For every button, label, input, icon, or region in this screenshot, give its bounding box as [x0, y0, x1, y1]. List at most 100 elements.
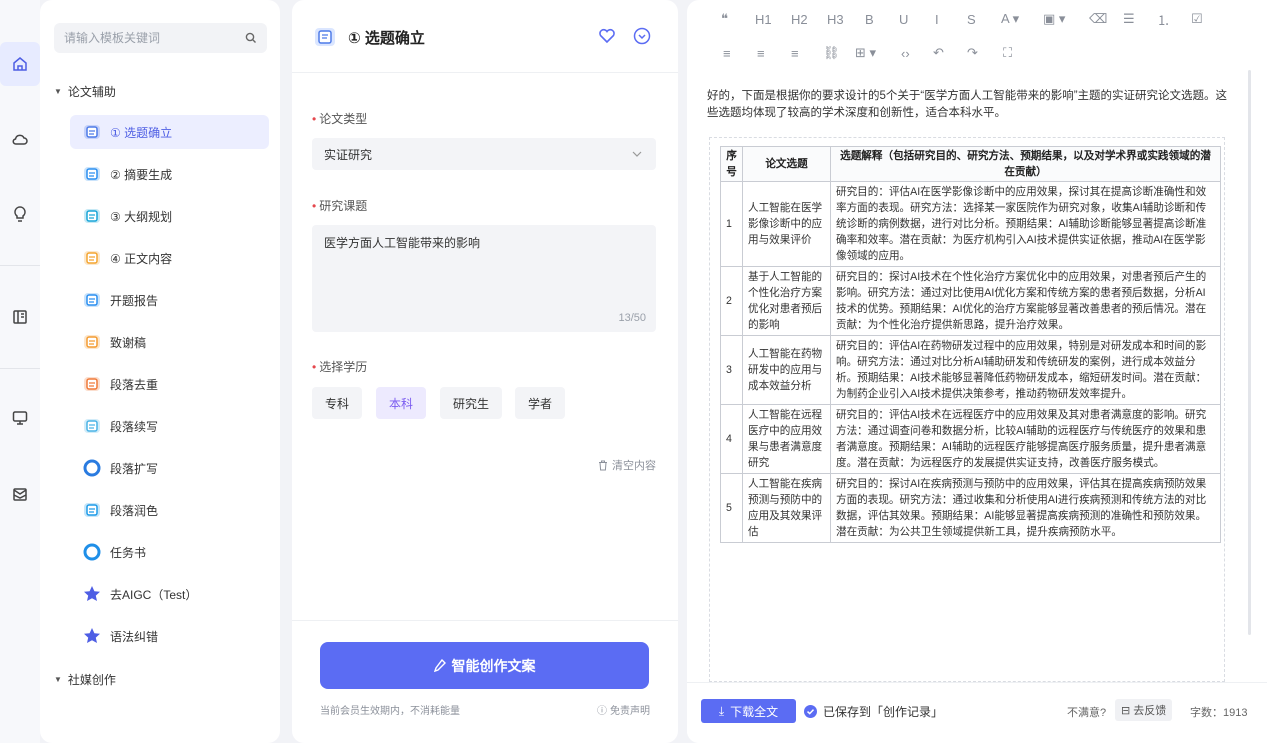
toolbar-button[interactable]: ☰ [1123, 8, 1135, 30]
toolbar-button[interactable]: H2 [791, 8, 808, 30]
mail-icon[interactable] [0, 472, 40, 516]
education-label: • 选择学历 [312, 360, 368, 374]
template-label: 段落润色 [110, 503, 159, 518]
template-item[interactable]: 开题报告 [70, 283, 269, 317]
template-item[interactable]: 段落润色 [70, 493, 269, 527]
template-item[interactable]: ③ 大纲规划 [70, 199, 269, 233]
row-topic: 人工智能在疾病预测与预防中的应用及其效果评估 [742, 473, 831, 543]
template-label: 段落去重 [110, 377, 159, 392]
word-count: 字数：1913 [1190, 707, 1248, 719]
toolbar-button[interactable]: ⒈ [1157, 8, 1170, 30]
caret-down-icon: ▼ [54, 675, 62, 684]
check-circle-icon [804, 705, 817, 718]
table-header-row: 序号 论文选题 选题解释（包括研究目的、研究方法、预期结果，以及对学术界或实践领… [720, 146, 1221, 182]
toolbar-button[interactable]: ≡ [757, 42, 765, 64]
toolbar-button[interactable]: ↷ [967, 42, 978, 64]
row-topic: 人工智能在远程医疗中的应用效果与患者满意度研究 [742, 404, 831, 474]
cloud-icon[interactable] [0, 117, 40, 161]
template-item[interactable]: 段落扩写 [70, 451, 269, 485]
generate-button[interactable]: 智能创作文案 [320, 642, 649, 689]
header-index: 序号 [720, 146, 743, 182]
info-icon: ⓘ [597, 706, 607, 717]
toolbar-button[interactable]: ⌫ [1089, 8, 1107, 30]
unsatisfied-label: 不满意? [1067, 707, 1107, 719]
template-icon [84, 628, 100, 643]
member-note: 当前会员生效期内，不消耗能量 [320, 706, 460, 717]
edu-option-benke[interactable]: 本科 [376, 387, 427, 419]
scrollbar[interactable] [1248, 70, 1251, 635]
template-item[interactable]: 致谢稿 [70, 325, 269, 359]
chevron-circle-icon[interactable] [633, 27, 651, 45]
template-item[interactable]: ② 摘要生成 [70, 157, 269, 191]
template-label: 段落扩写 [110, 461, 159, 476]
template-label: 开题报告 [110, 293, 159, 308]
toolbar-button[interactable]: ≡ [723, 42, 731, 64]
bulb-icon[interactable] [0, 192, 40, 236]
toolbar-button[interactable]: ⛶ [1003, 42, 1012, 64]
edu-option-graduate[interactable]: 研究生 [440, 387, 503, 419]
template-item[interactable]: 去AIGC（Test） [70, 577, 269, 611]
table-container: 序号 论文选题 选题解释（包括研究目的、研究方法、预期结果，以及对学术界或实践领… [709, 137, 1225, 682]
search-icon[interactable] [245, 32, 257, 44]
type-label: • 论文类型 [312, 112, 368, 126]
group-label: 论文辅助 [67, 85, 116, 99]
thesis-type-select[interactable]: 实证研究 [312, 138, 656, 170]
monitor-icon[interactable] [0, 396, 40, 440]
template-label: ① 选题确立 [110, 125, 173, 140]
template-item[interactable]: 任务书 [70, 535, 269, 569]
heart-icon[interactable] [598, 28, 616, 44]
template-item[interactable]: ④ 正文内容 [70, 241, 269, 275]
topic-textarea[interactable]: 医学方面人工智能带来的影响 13/50 [312, 225, 656, 332]
template-search[interactable] [54, 23, 267, 53]
download-button[interactable]: ⤓ 下载全文 [701, 699, 796, 723]
toolbar-button[interactable]: ▣ ▾ [1043, 8, 1065, 30]
template-icon [83, 543, 101, 561]
search-input[interactable] [64, 31, 245, 45]
toolbar-button[interactable]: H1 [755, 8, 772, 30]
group-thesis[interactable]: ▼ 论文辅助 [54, 83, 116, 100]
toolbar-button[interactable]: I [935, 8, 939, 30]
toolbar-button[interactable]: ‹› [901, 42, 910, 64]
clear-button[interactable]: 清空内容 [598, 457, 656, 473]
template-label: ③ 大纲规划 [110, 209, 173, 224]
edu-option-zhuanke[interactable]: 专科 [312, 387, 363, 419]
disclaimer-link[interactable]: ⓘ 免责声明 [597, 702, 650, 717]
toolbar-button[interactable]: ↶ [933, 42, 944, 64]
toolbar-button[interactable]: B [865, 8, 874, 30]
row-index: 4 [720, 404, 743, 474]
template-icon [84, 125, 100, 139]
row-index: 1 [720, 181, 743, 267]
template-item[interactable]: 语法纠错 [70, 619, 269, 653]
toolbar-button[interactable]: U [899, 8, 908, 30]
toolbar-button[interactable]: ☑ [1191, 8, 1203, 30]
saved-status: 已保存到「创作记录」 [804, 703, 943, 720]
row-explanation: 研究目的：评估AI在医学影像诊断中的应用效果，探讨其在提高诊断准确性和效率方面的… [830, 181, 1221, 267]
toolbar-button[interactable]: ≡ [791, 42, 799, 64]
group-social[interactable]: ▼ 社媒创作 [54, 671, 116, 688]
char-counter: 13/50 [618, 312, 646, 324]
template-icon [84, 335, 100, 349]
form-panel: ① 选题确立 • 论文类型 实证研究 • 研究课题 医学方面人工智能带来的影响 13… [292, 0, 678, 743]
template-icon [84, 377, 100, 391]
toolbar-button[interactable]: ❝ [721, 8, 728, 30]
result-editor: ❝ H1 H2 H3 B U I S A ▾ ▣ ▾ ⌫ ☰ ⒈ ☑ ≡ ≡ ≡ ⛓ ⊞ ▾ ‹› ↶ ↷ ⛶ 好的，下面… [687, 0, 1267, 743]
toolbar-button[interactable]: ⊞ ▾ [855, 42, 876, 64]
template-item[interactable]: 段落续写 [70, 409, 269, 443]
feedback-button[interactable]: ⊟ 去反馈 [1115, 699, 1173, 721]
toolbar-button[interactable]: H3 [827, 8, 844, 30]
chevron-down-icon [632, 151, 642, 157]
document-icon [315, 28, 335, 46]
template-item[interactable]: ① 选题确立 [70, 115, 269, 149]
toolbar-button[interactable]: A ▾ [1001, 8, 1019, 30]
home-icon[interactable] [0, 42, 40, 86]
template-item[interactable]: 段落去重 [70, 367, 269, 401]
book-icon[interactable] [0, 295, 40, 339]
toolbar-button[interactable]: S [967, 8, 976, 30]
table-row: 2 基于人工智能的个性化治疗方案优化对患者预后的影响 研究目的：探讨AI技术在个性化… [720, 266, 1221, 336]
feedback-icon: ⊟ [1121, 704, 1131, 717]
edu-option-scholar[interactable]: 学者 [515, 387, 566, 419]
group-label: 社媒创作 [67, 673, 116, 687]
table-row: 4 人工智能在远程医疗中的应用效果与患者满意度研究 研究目的：评估AI技术在远程医疗… [720, 404, 1221, 474]
toolbar-button[interactable]: ⛓ [823, 42, 840, 64]
template-icon [84, 419, 100, 433]
